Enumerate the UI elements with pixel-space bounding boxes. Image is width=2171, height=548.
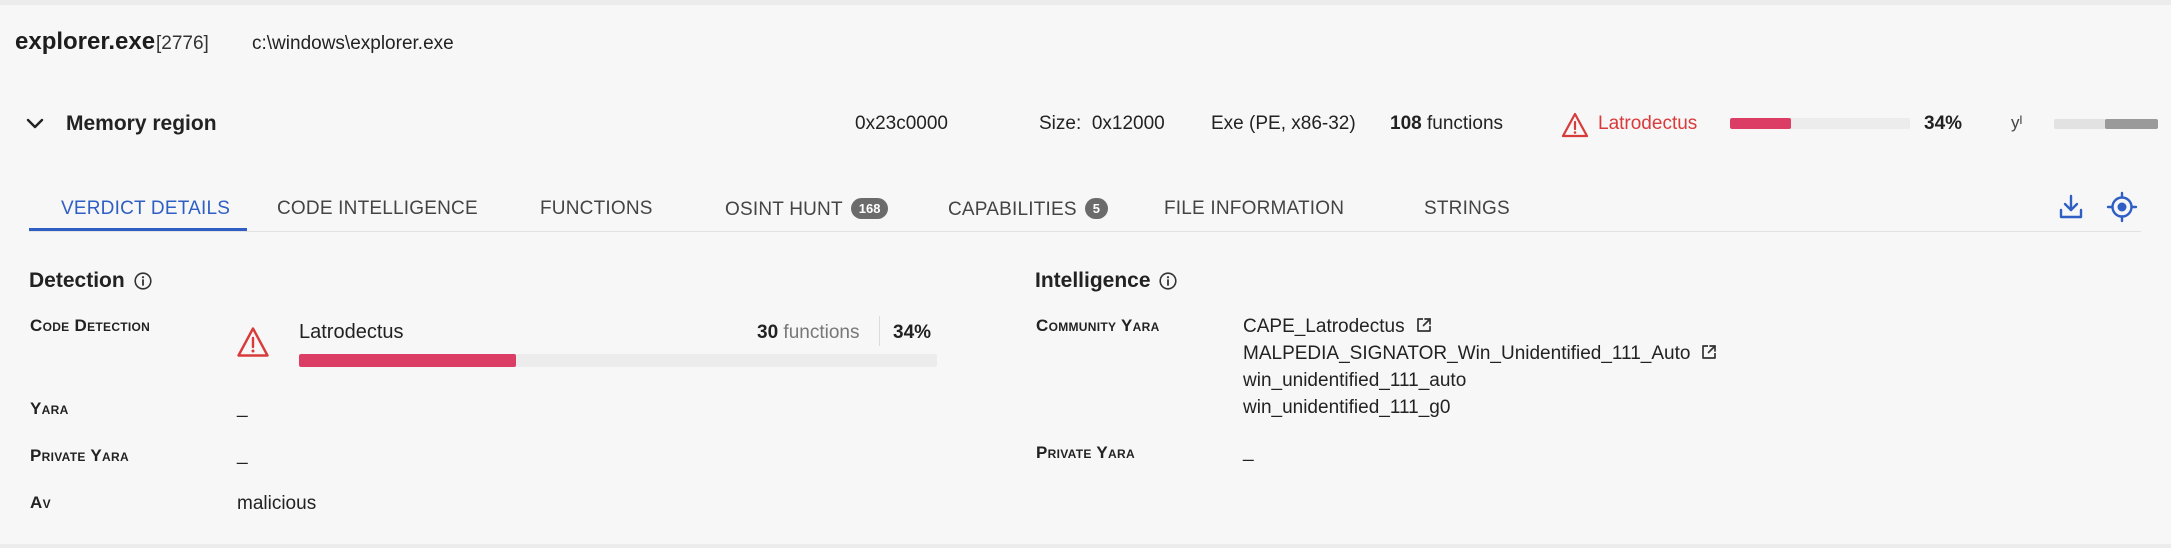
detection-title: Detection	[29, 269, 125, 292]
divider	[879, 316, 880, 346]
entropy-slider	[2054, 119, 2158, 129]
process-path: c:\windows\explorer.exe	[252, 33, 454, 54]
info-icon[interactable]	[133, 271, 153, 291]
functions-count: 108	[1390, 113, 1422, 134]
community-yara-rule: win_unidentified_111_g0	[1243, 397, 1451, 418]
info-icon[interactable]	[1158, 271, 1178, 291]
private-yara-value: _	[237, 444, 248, 465]
code-detection-progress-bar	[299, 354, 937, 367]
size-value: 0x12000	[1091, 113, 1165, 134]
code-detection-functions-label: functions	[783, 322, 860, 343]
warning-triangle-icon	[237, 327, 269, 357]
match-progress-fill	[1730, 118, 1792, 129]
yara-value: _	[237, 397, 248, 418]
tab-code-intelligence[interactable]: CODE INTELLIGENCE	[277, 198, 478, 220]
download-icon[interactable]	[2055, 191, 2087, 223]
external-link-icon[interactable]	[1700, 343, 1718, 361]
memory-region-title[interactable]: Memory region	[66, 112, 217, 136]
code-detection-progress-fill	[299, 354, 516, 367]
av-value: malicious	[237, 493, 317, 514]
intel-private-yara-label: Private Yara	[1036, 443, 1135, 462]
code-detection-functions: 30 functions	[757, 322, 859, 344]
community-yara-rule-name: MALPEDIA_SIGNATOR_Win_Unidentified_111_A…	[1243, 343, 1691, 364]
community-yara-rule-name: CAPE_Latrodectus	[1243, 316, 1405, 337]
code-detection-label: Code Detection	[30, 316, 151, 335]
process-pid: [2776]	[156, 33, 209, 54]
match-percent: 34%	[1924, 113, 1963, 134]
tab-verdict-details[interactable]: VERDICT DETAILS	[61, 198, 230, 220]
intel-private-yara-value: _	[1243, 441, 1254, 462]
chevron-down-icon[interactable]	[24, 113, 46, 135]
family-name[interactable]: Latrodectus	[1598, 113, 1697, 135]
tab-strings[interactable]: STRINGS	[1424, 198, 1510, 220]
intelligence-title: Intelligence	[1035, 269, 1151, 292]
tab-osint-hunt[interactable]: OSINT HUNT 168	[725, 198, 889, 221]
tabs-divider	[29, 231, 2141, 232]
active-tab-indicator	[29, 228, 247, 231]
community-yara-label: Community Yara	[1036, 316, 1160, 335]
tab-osint-hunt-label: OSINT HUNT	[725, 199, 843, 220]
bottom-divider	[0, 544, 2171, 548]
memory-address: 0x23c0000	[855, 113, 948, 134]
capabilities-count-badge: 5	[1084, 198, 1108, 219]
entropy-symbol: yᴵ	[2011, 113, 2023, 132]
osint-hunt-count-badge: 168	[850, 198, 889, 219]
warning-triangle-icon	[1561, 112, 1589, 138]
external-link-icon[interactable]	[1415, 316, 1433, 334]
memory-size: Size: 0x12000	[1039, 113, 1165, 135]
top-divider	[0, 0, 2171, 5]
code-detection-functions-count: 30	[757, 322, 779, 343]
file-type: Exe (PE, x86-32)	[1211, 113, 1356, 134]
crosshair-icon[interactable]	[2106, 191, 2138, 223]
community-yara-rule[interactable]: CAPE_Latrodectus	[1243, 316, 1433, 338]
tab-capabilities[interactable]: CAPABILITIES 5	[948, 198, 1108, 221]
process-name: explorer.exe	[15, 28, 156, 55]
entropy-fill	[2104, 119, 2158, 129]
match-progress-bar	[1730, 118, 1910, 129]
private-yara-label: Private Yara	[30, 446, 129, 465]
community-yara-rule: win_unidentified_111_auto	[1243, 370, 1467, 391]
code-detection-family[interactable]: Latrodectus	[299, 321, 404, 344]
av-label: Av	[30, 493, 51, 512]
yara-label: Yara	[30, 399, 69, 418]
functions-label: functions	[1426, 113, 1504, 134]
size-label: Size:	[1039, 113, 1082, 134]
community-yara-rule[interactable]: MALPEDIA_SIGNATOR_Win_Unidentified_111_A…	[1243, 343, 1718, 365]
code-detection-percent: 34%	[893, 322, 932, 343]
functions-summary: 108 functions	[1390, 113, 1503, 135]
tab-capabilities-label: CAPABILITIES	[948, 199, 1077, 220]
tab-file-information[interactable]: FILE INFORMATION	[1164, 198, 1344, 220]
tab-functions[interactable]: FUNCTIONS	[540, 198, 653, 220]
